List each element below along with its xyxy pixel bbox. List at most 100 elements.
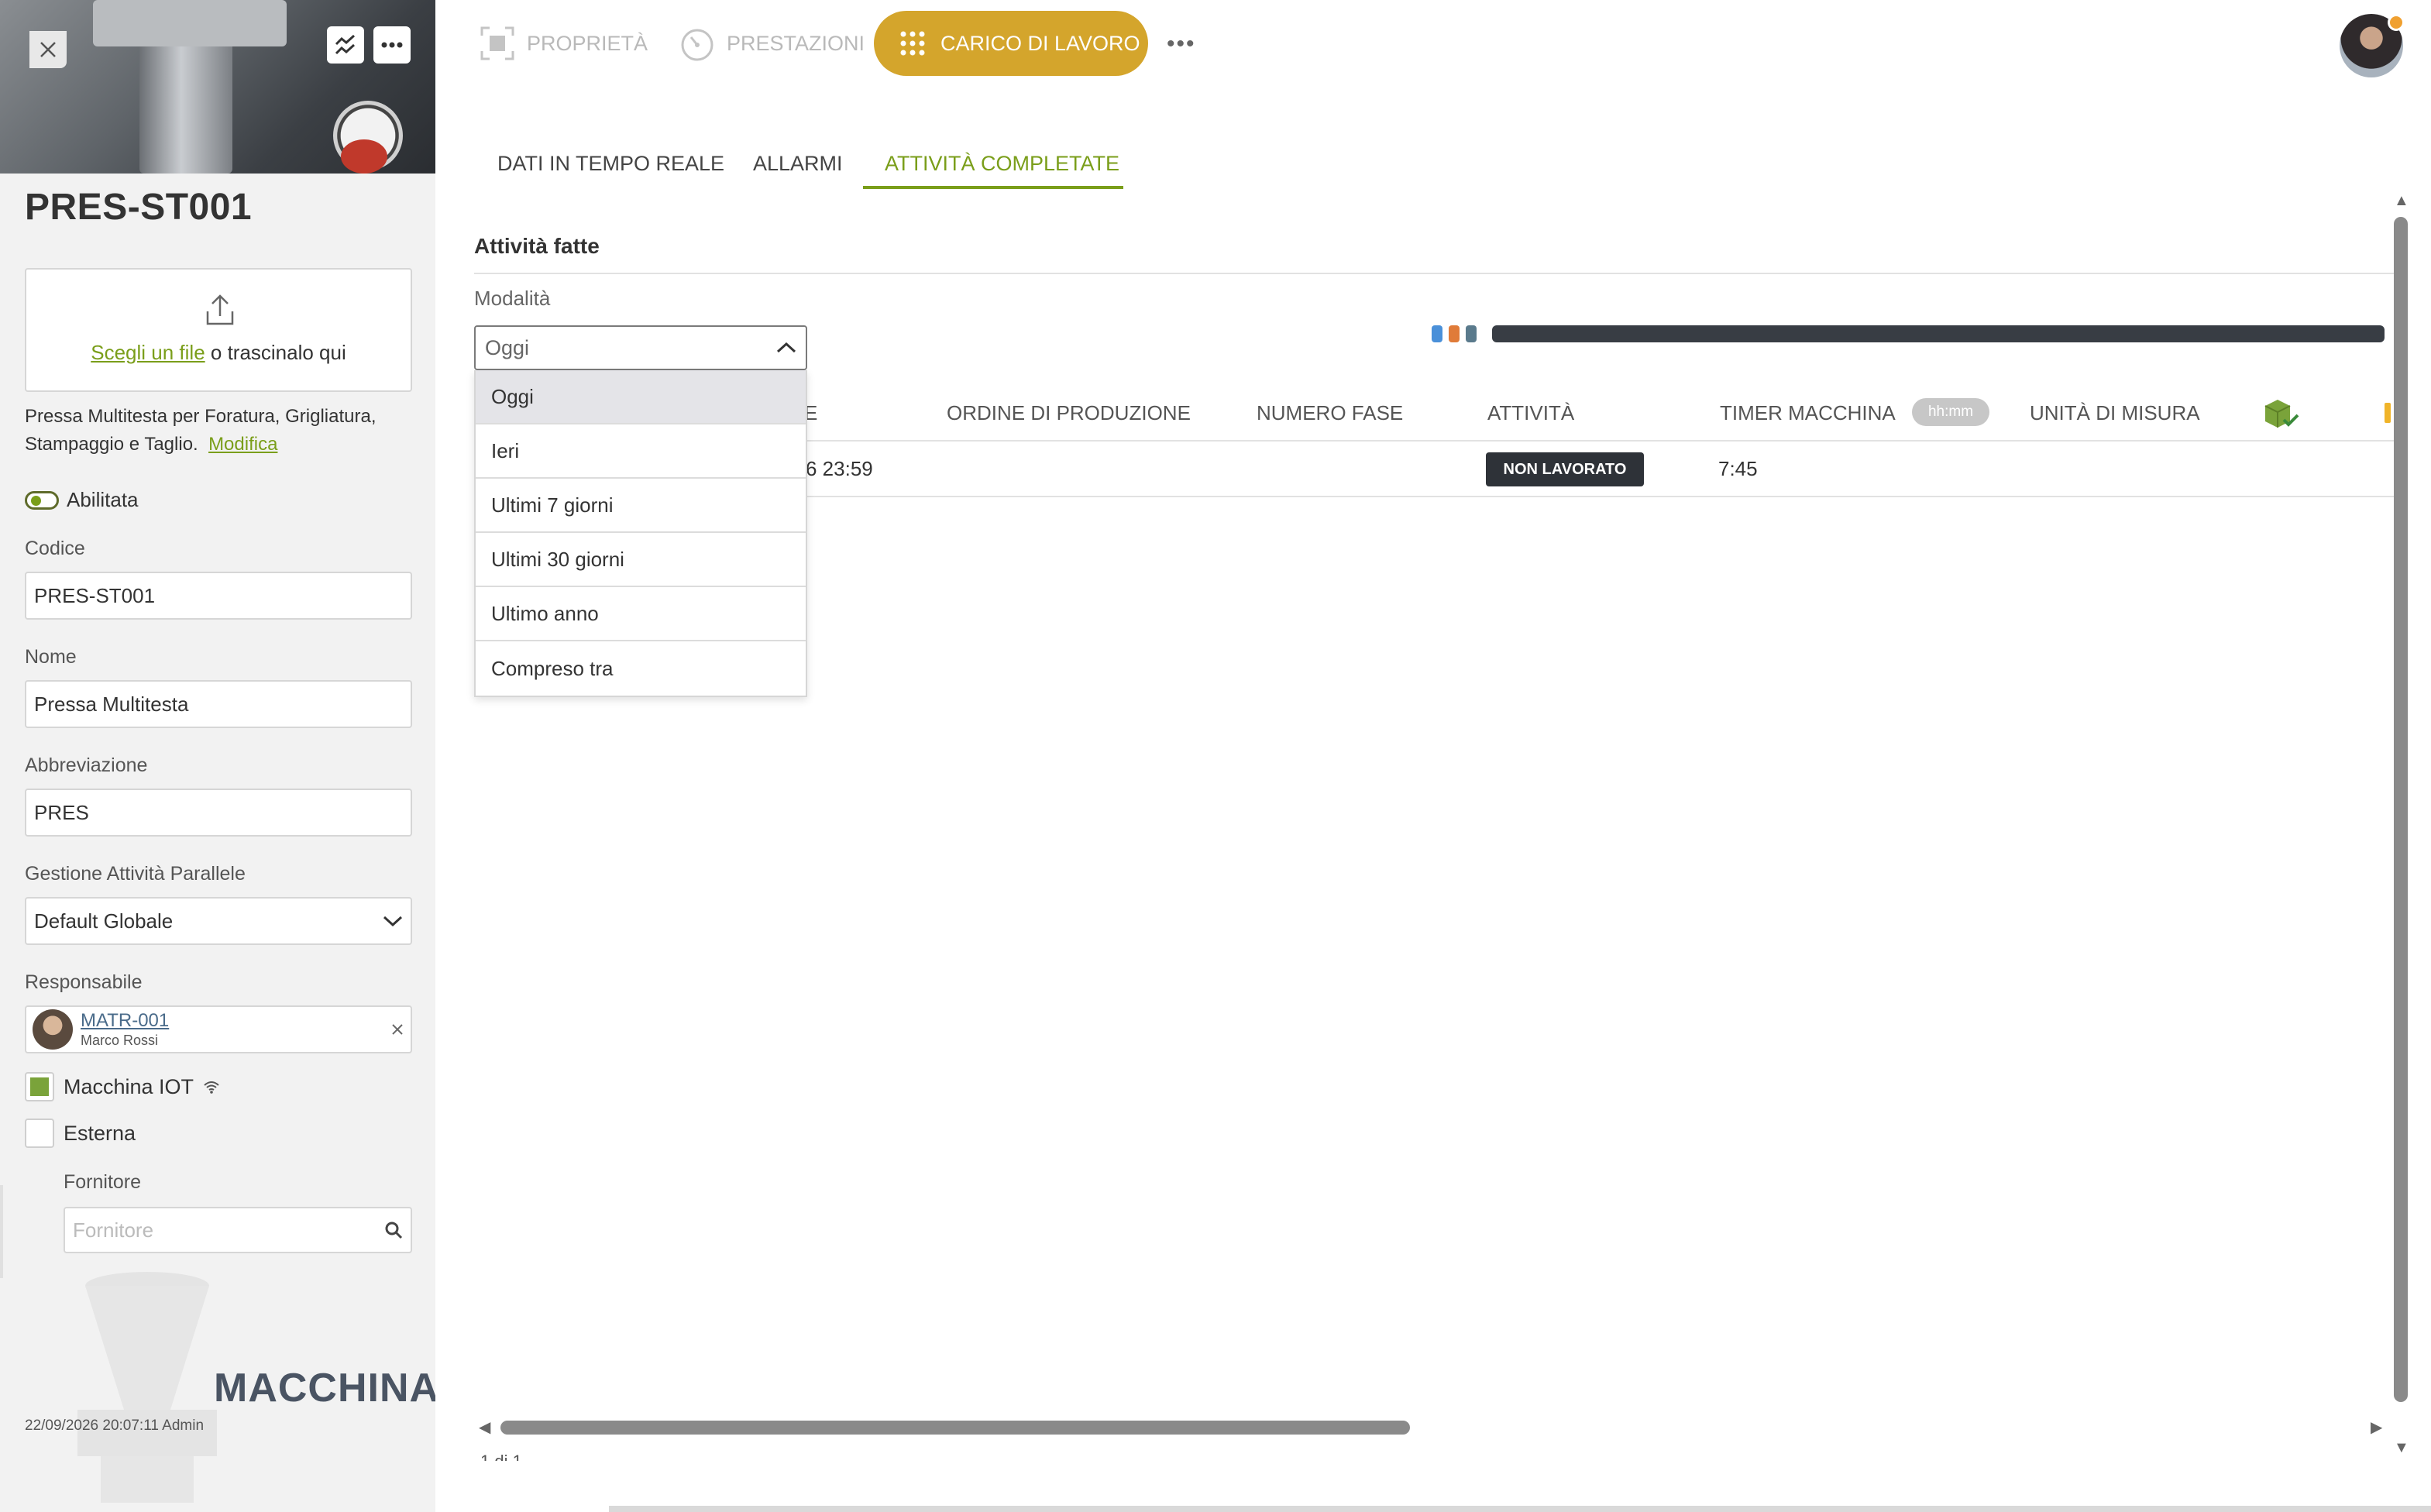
wifi-icon (204, 1081, 219, 1094)
parallel-label: Gestione Attività Parallele (25, 863, 246, 885)
name-label: Nome (25, 646, 77, 668)
status-legend (1432, 325, 1477, 342)
column-header-phase[interactable]: NUMERO FASE (1257, 401, 1403, 425)
active-tab-indicator (863, 186, 1123, 189)
entity-type-label: MACCHINA (214, 1366, 435, 1411)
option-between[interactable]: Compreso tra (476, 641, 806, 696)
file-upload-zone[interactable]: Scegli un file o trascinalo qui (25, 268, 412, 392)
iot-row: Macchina IOT (25, 1072, 220, 1101)
nav-item-performance[interactable]: PRESTAZIONI (679, 23, 865, 64)
choose-file-link[interactable]: Scegli un file (91, 341, 205, 364)
vertical-scrollbar[interactable] (2394, 217, 2408, 1402)
option-today[interactable]: Oggi (476, 370, 806, 424)
description-text: Pressa Multitesta per Foratura, Grigliat… (25, 406, 377, 455)
audit-info: 22/09/2026 20:07:11 Admin (25, 1418, 205, 1434)
machine-watermark-icon (77, 1272, 217, 1503)
machine-title: PRES-ST001 (25, 187, 253, 228)
mode-select[interactable]: Oggi (474, 325, 807, 370)
tab-realtime[interactable]: DATI IN TEMPO REALE (497, 152, 724, 176)
close-button[interactable] (29, 31, 67, 68)
avatar (33, 1009, 73, 1050)
upload-icon (206, 294, 234, 325)
scroll-left-arrow[interactable]: ◀ (479, 1418, 490, 1437)
iot-label: Macchina IOT (64, 1074, 194, 1098)
search-icon[interactable] (384, 1221, 403, 1239)
nav-more-button[interactable]: ••• (1167, 31, 1196, 57)
upload-hint: o trascinalo qui (205, 341, 346, 364)
properties-icon (480, 26, 514, 60)
nav-label-performance: PRESTAZIONI (727, 31, 865, 55)
column-header-timer[interactable]: TIMER MACCHINA (1720, 401, 1896, 425)
machine-description: Pressa Multitesta per Foratura, Grigliat… (25, 403, 420, 459)
activity-status-badge: NON LAVORATO (1486, 452, 1644, 486)
responsible-label: Responsabile (25, 971, 143, 993)
supplier-placeholder: Fornitore (73, 1218, 154, 1242)
code-field[interactable]: PRES-ST001 (25, 572, 412, 620)
status-dot-slate (1466, 325, 1477, 342)
responsible-name: Marco Rossi (81, 1033, 159, 1048)
option-last-30-days[interactable]: Ultimi 30 giorni (476, 533, 806, 587)
pagination-info: 1 di 1 (480, 1452, 522, 1461)
column-header-unit[interactable]: UNITÀ DI MISURA (2030, 401, 2200, 425)
nav-item-properties[interactable]: PROPRIETÀ (479, 23, 648, 64)
close-icon (40, 42, 56, 57)
notification-badge (2388, 14, 2405, 31)
mode-value: Oggi (485, 335, 530, 359)
tab-alarms[interactable]: ALLARMI (753, 152, 843, 176)
trend-chart-icon (335, 34, 356, 55)
code-label: Codice (25, 538, 85, 559)
iot-checkbox[interactable] (25, 1072, 54, 1101)
abbr-field[interactable]: PRES (25, 789, 412, 837)
scroll-down-arrow[interactable]: ▼ (2394, 1439, 2409, 1457)
status-dot-orange (1449, 325, 1460, 342)
parallel-value: Default Globale (34, 909, 174, 933)
grid-dots-icon (900, 31, 925, 56)
chart-button[interactable] (327, 26, 364, 64)
enabled-toggle[interactable] (25, 490, 59, 510)
cell-date: 6 23:59 (806, 457, 873, 480)
responsible-field[interactable]: MATR-001 Marco Rossi (25, 1005, 412, 1053)
machine-detail-panel: PRES-ST001 Scegli un file o trascinalo q… (0, 0, 435, 1512)
chevron-down-icon (383, 916, 403, 927)
option-yesterday[interactable]: Ieri (476, 424, 806, 479)
nav-label-workload: CARICO DI LAVORO (940, 31, 1140, 55)
nav-item-workload[interactable]: CARICO DI LAVORO (874, 11, 1148, 76)
enabled-toggle-row: Abilitata (25, 488, 139, 512)
timer-unit-badge: hh:mm (1912, 398, 1989, 426)
parallel-select[interactable]: Default Globale (25, 897, 412, 945)
tab-completed[interactable]: ATTIVITÀ COMPLETATE (885, 152, 1119, 176)
name-field[interactable]: Pressa Multitesta (25, 680, 412, 728)
box-check-icon[interactable] (2262, 397, 2301, 431)
column-header-activity[interactable]: ATTIVITÀ (1487, 401, 1574, 425)
nav-label-properties: PROPRIETÀ (527, 31, 648, 55)
more-icon (381, 42, 403, 48)
external-label: Esterna (64, 1121, 136, 1145)
external-checkbox[interactable] (25, 1119, 54, 1148)
upload-text: Scegli un file o trascinalo qui (26, 341, 411, 365)
divider (474, 273, 2394, 274)
column-header-order[interactable]: ORDINE DI PRODUZIONE (947, 401, 1191, 425)
timeline-bar (1492, 325, 2385, 342)
clear-icon[interactable] (390, 1022, 404, 1036)
bottom-edge (609, 1506, 2431, 1512)
mode-dropdown-menu: Oggi Ieri Ultimi 7 giorni Ultimi 30 gior… (474, 370, 807, 697)
scroll-up-arrow[interactable]: ▲ (2394, 192, 2409, 210)
scroll-right-arrow[interactable]: ▶ (2371, 1418, 2382, 1437)
modify-link[interactable]: Modifica (208, 434, 277, 455)
status-dot-blue (1432, 325, 1442, 342)
enabled-label: Abilitata (67, 488, 139, 511)
mode-label: Modalità (474, 287, 551, 310)
supplier-label: Fornitore (64, 1171, 142, 1193)
section-title: Attività fatte (474, 234, 600, 258)
chevron-up-icon (776, 342, 796, 353)
responsible-code-link[interactable]: MATR-001 (81, 1012, 383, 1030)
option-last-7-days[interactable]: Ultimi 7 giorni (476, 479, 806, 533)
horizontal-scrollbar[interactable] (500, 1421, 1410, 1435)
machine-image (0, 0, 435, 174)
supplier-field[interactable]: Fornitore (64, 1207, 412, 1253)
gauge-icon (681, 29, 713, 61)
column-marker (2385, 403, 2391, 423)
more-options-button[interactable] (373, 26, 411, 64)
cell-timer: 7:45 (1718, 457, 1758, 480)
option-last-year[interactable]: Ultimo anno (476, 587, 806, 641)
